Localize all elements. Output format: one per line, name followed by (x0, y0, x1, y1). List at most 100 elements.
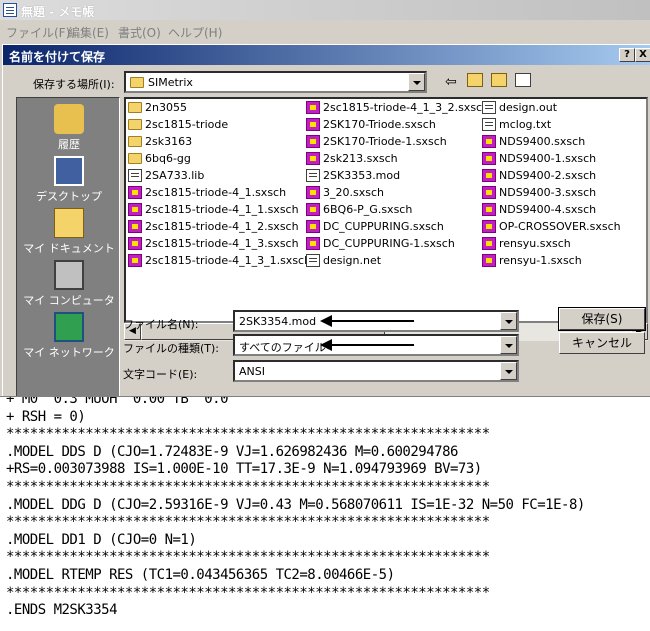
file-item[interactable]: 2SK170-Triode.sxsch (306, 117, 436, 135)
file-item[interactable]: design.out (482, 100, 558, 118)
close-button[interactable]: X (635, 48, 650, 62)
encoding-select[interactable]: ANSI (233, 360, 519, 382)
back-icon[interactable]: ⇦ (445, 74, 457, 90)
place-my-computer[interactable]: マイ コンピュータ (17, 260, 121, 308)
place-my-network[interactable]: マイ ネットワーク (17, 312, 121, 360)
file-item[interactable]: 2sc1815-triode-4_1.sxsch (128, 185, 287, 203)
file-item[interactable]: rensyu.sxsch (482, 236, 571, 254)
menu-help[interactable]: ヘルプ(H) (168, 24, 222, 41)
file-item[interactable]: 2sc1815-triode-4_1_2.sxsch (128, 219, 299, 237)
chevron-down-icon[interactable] (408, 73, 425, 91)
chevron-down-icon[interactable] (500, 312, 517, 330)
text-line: .MODEL DDS D (CJO=1.72483E-9 VJ=1.626982… (6, 443, 458, 460)
place-my-documents[interactable]: マイ ドキュメント (17, 208, 121, 256)
save-button[interactable]: 保存(S) (558, 307, 646, 331)
arrow-annotation-filename (320, 315, 414, 327)
file-item[interactable]: 2sc1815-triode-4_1_3_2.sxsch (306, 100, 489, 118)
schematic-file-icon (482, 151, 496, 165)
file-item[interactable]: 2n3055 (128, 101, 187, 118)
filename-value: 2SK3354.mod (239, 315, 317, 328)
file-item[interactable]: 2sc1815-triode-4_1_3_1.sxsch (128, 253, 312, 271)
filename-label: ファイル名(N): (123, 318, 199, 331)
schematic-file-icon (306, 219, 320, 233)
file-name: design.out (499, 101, 558, 114)
file-name: rensyu.sxsch (499, 237, 571, 250)
view-menu-icon[interactable] (515, 73, 531, 87)
chevron-down-icon[interactable] (500, 362, 517, 380)
history-icon (54, 104, 84, 134)
schematic-file-icon (482, 219, 496, 233)
file-item[interactable]: NDS9400-3.sxsch (482, 185, 596, 203)
schematic-file-icon (306, 134, 320, 148)
file-name: 2sc1815-triode-4_1_1.sxsch (145, 203, 299, 216)
chevron-down-icon[interactable] (500, 336, 517, 354)
file-item[interactable]: rensyu-1.sxsch (482, 253, 582, 271)
location-combo[interactable]: SIMetrix (124, 71, 427, 93)
file-item[interactable]: 6bq6-gg (128, 152, 191, 169)
file-item[interactable]: NDS9400-4.sxsch (482, 202, 596, 220)
notepad-text-area[interactable]: + M0 0.3 MUOH 0.00 TB 0.0 + RSH = 0) *****… (0, 396, 650, 631)
file-item[interactable]: DC_CUPPURING-1.sxsch (306, 236, 455, 254)
file-item[interactable]: design.net (306, 253, 381, 271)
schematic-file-icon (128, 253, 142, 267)
encoding-label: 文字コード(E): (123, 368, 198, 381)
file-item[interactable]: 2sc1815-triode-4_1_1.sxsch (128, 202, 299, 220)
file-item[interactable]: 2SK3353.mod (306, 168, 400, 186)
computer-icon (54, 260, 84, 290)
text-line: .ENDS M2SK3354 (6, 602, 118, 619)
file-item[interactable]: DC_CUPPURING.sxsch (306, 219, 444, 237)
folder-icon (128, 135, 142, 147)
schematic-file-icon (306, 151, 320, 165)
cancel-button[interactable]: キャンセル (559, 332, 645, 354)
file-item[interactable]: NDS9400-1.sxsch (482, 151, 597, 169)
document-file-icon (482, 117, 496, 131)
file-item[interactable]: 2sk3163 (128, 135, 192, 152)
file-name: 6BQ6-P_G.sxsch (323, 203, 413, 216)
menu-format[interactable]: 書式(O) (118, 24, 161, 41)
text-line: .MODEL RTEMP RES (TC1=0.043456365 TC2=8.… (6, 567, 395, 583)
file-name: 2SK170-Triode-1.sxsch (323, 135, 447, 148)
text-line: .MODEL DDG D (CJO=2.59316E-9 VJ=0.43 M=0… (6, 496, 585, 513)
file-name: 2sk3163 (145, 135, 193, 148)
file-item[interactable]: mclog.txt (482, 117, 551, 135)
file-name: 3_20.sxsch (323, 186, 384, 199)
file-item[interactable]: 2SA733.lib (128, 168, 204, 186)
file-item[interactable]: 2sc1815-triode (128, 118, 228, 135)
file-name: 2sk213.sxsch (323, 152, 398, 165)
schematic-file-icon (482, 168, 496, 182)
place-desktop[interactable]: デスクトップ (17, 156, 121, 204)
help-button[interactable]: ? (619, 48, 635, 62)
file-item[interactable]: NDS9400.sxsch (482, 134, 585, 152)
menu-file[interactable]: ファイル(F) (6, 24, 70, 41)
text-line: +RS=0.003073988 IS=1.000E-10 TT=17.3E-9 … (6, 461, 482, 478)
file-name: NDS9400-1.sxsch (499, 152, 597, 165)
schematic-file-icon (306, 100, 320, 114)
new-folder-icon[interactable] (491, 73, 507, 87)
file-item[interactable]: 2sk213.sxsch (306, 151, 398, 169)
text-line: ****************************************… (6, 426, 490, 443)
arrow-annotation-filetype (320, 339, 414, 351)
text-line: ****************************************… (6, 479, 490, 495)
folder-icon (128, 118, 142, 130)
document-file-icon (482, 100, 496, 114)
schematic-file-icon (482, 253, 496, 267)
file-item[interactable]: 6BQ6-P_G.sxsch (306, 202, 413, 220)
schematic-file-icon (482, 185, 496, 199)
up-folder-icon[interactable] (467, 73, 483, 87)
window-titlebar: 無題 - メモ帳 (0, 0, 650, 20)
file-item[interactable]: NDS9400-2.sxsch (482, 168, 596, 186)
text-line: ****************************************… (6, 514, 490, 531)
file-name: rensyu-1.sxsch (499, 254, 582, 267)
file-item[interactable]: OP-CROSSOVER.sxsch (482, 219, 621, 237)
file-name: 2sc1815-triode-4_1.sxsch (145, 186, 287, 199)
file-list[interactable]: 2n3055 2sc1815-triode 2sk3163 6bq6-gg 2SA733… (124, 97, 648, 323)
file-item[interactable]: 3_20.sxsch (306, 185, 384, 203)
place-history[interactable]: 履歴 (17, 104, 121, 152)
file-item[interactable]: 2SK170-Triode-1.sxsch (306, 134, 447, 152)
schematic-file-icon (128, 202, 142, 216)
menu-edit[interactable]: 編集(E) (68, 24, 109, 41)
file-name: 2sc1815-triode-4_1_3_1.sxsch (145, 254, 312, 267)
file-item[interactable]: 2sc1815-triode-4_1_3.sxsch (128, 236, 299, 254)
text-line: .MODEL DD1 D (CJO=0 N=1) (6, 531, 197, 548)
menu-bar: ファイル(F) 編集(E) 書式(O) ヘルプ(H) (0, 20, 650, 40)
